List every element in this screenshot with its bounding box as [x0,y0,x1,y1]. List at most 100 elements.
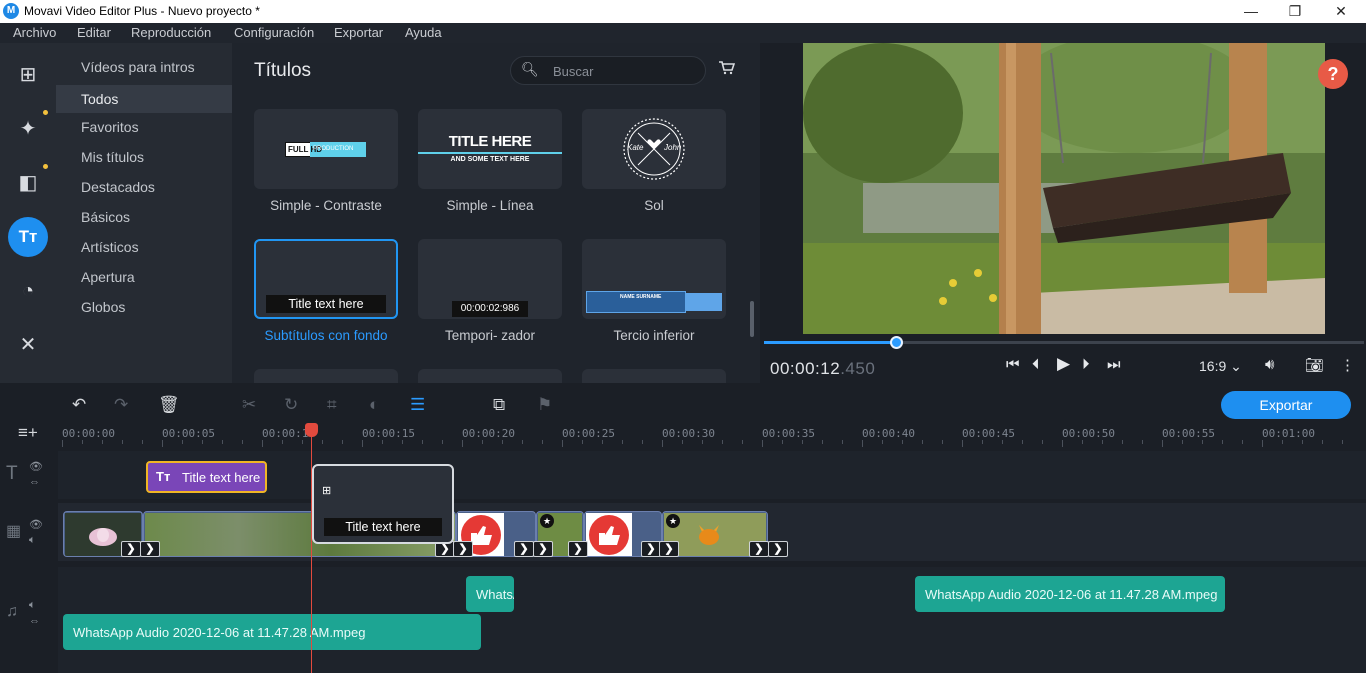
category-artistic[interactable]: Artísticos [56,233,232,261]
category-favorites[interactable]: Favoritos [56,113,232,141]
transition-icon[interactable]: ❯ [533,541,553,557]
mute-icon[interactable]: 🔈︎ [29,534,36,547]
category-my-titles[interactable]: Mis títulos [56,143,232,171]
audio-clip[interactable]: WhatsApp Audio 2020-12-06 at 11.47.28 AM… [466,576,514,612]
minimize-button[interactable]: — [1228,0,1274,23]
undo-icon[interactable]: ↶ [72,395,86,415]
menu-reproduccion[interactable]: Reproducción [131,25,211,40]
category-balloons[interactable]: Globos [56,293,232,321]
audio-clip-label: WhatsApp Audio 2020-12-06 at 11.47.28 AM… [73,625,366,640]
seek-handle[interactable] [890,336,903,349]
cut-icon[interactable]: ✂ [242,395,256,415]
transition-icon[interactable]: ❯ [659,541,679,557]
volume-icon[interactable]: 🔈︎ [29,599,36,612]
category-all[interactable]: Todos [56,85,232,113]
title-tile[interactable] [254,369,398,383]
title-tile-simple-contrast[interactable]: FULL HD PRODUCTION [254,109,398,189]
tile-label: Sol [644,198,664,213]
category-intro-videos[interactable]: Vídeos para intros [56,53,232,81]
title-clip[interactable]: Tт Title text here [146,461,267,493]
volume-icon[interactable]: 🔊︎ [1265,356,1274,373]
title-tile[interactable] [582,369,726,383]
title-tile-sol[interactable]: Kate John [582,109,726,189]
redo-icon[interactable]: ↷ [114,395,128,415]
tile-label: Tempori- zador [444,328,536,343]
next-frame-icon[interactable]: ⏵ [1082,356,1090,373]
overlay-icon[interactable]: ⧉ [493,395,505,415]
title-tile-simple-line[interactable]: TITLE HERE AND SOME TEXT HERE [418,109,562,189]
close-button[interactable]: ✕ [1318,0,1364,23]
transition-icon[interactable]: ❯ [768,541,788,557]
category-basic[interactable]: Básicos [56,203,232,231]
menu-editar[interactable]: Editar [77,25,111,40]
aspect-ratio-select[interactable]: 16:9 ⌄ [1199,358,1242,375]
ruler-tick-label: 00:00:55 [1162,427,1215,440]
play-icon[interactable]: ▶ [1057,354,1070,374]
ruler-tick-mark [882,440,883,444]
gallery-scrollbar[interactable] [750,301,754,337]
tools-icon[interactable]: ✕ [8,325,48,365]
ruler-tick-mark [602,440,603,444]
skip-start-icon[interactable]: ⏮ [1006,356,1020,373]
search-box[interactable]: 🔍︎ [510,56,706,85]
transitions-icon[interactable]: ◧ [8,163,48,203]
skip-end-icon[interactable]: ⏭ [1107,356,1121,373]
add-track-icon[interactable]: ≡+ [18,423,38,443]
transition-icon[interactable]: ❯ [749,541,769,557]
transition-icon[interactable]: ❯ [453,541,473,557]
timeline-ruler[interactable]: 00:00:00 00:00:05 00:00:10 00:00:15 00:00:20… [58,423,1366,447]
more-options-icon[interactable]: ⋮ [1340,356,1355,374]
playhead-handle[interactable] [305,423,318,437]
rotate-icon[interactable]: ↻ [284,395,298,415]
prev-frame-icon[interactable]: ⏴ [1032,356,1040,373]
visibility-eye-icon[interactable]: 👁︎ [29,460,43,473]
clip-properties-icon[interactable]: ☰ [410,395,425,415]
title-tile-timer[interactable]: 00:00:02:986 [418,239,562,319]
color-adjust-icon[interactable]: ◐ [369,395,379,415]
import-icon[interactable]: ⊞ [8,55,48,95]
visibility-eye-icon[interactable]: 👁︎ [29,518,43,531]
video-preview[interactable] [803,43,1325,334]
transition-icon[interactable]: ❯ [641,541,661,557]
menu-exportar[interactable]: Exportar [334,25,383,40]
seek-bar[interactable] [764,336,1364,349]
tile-preview-text: Title text here [288,297,364,311]
link-icon[interactable]: ⇔ [29,615,40,627]
category-featured[interactable]: Destacados [56,173,232,201]
search-input[interactable] [553,62,693,80]
maximize-button[interactable]: ❐ [1272,0,1318,23]
timecode-main: 00:00:12 [770,359,841,378]
menu-ayuda[interactable]: Ayuda [405,25,442,40]
drag-ghost-text: Title text here [345,520,421,534]
export-button[interactable]: Exportar [1221,391,1351,419]
title-tile-lower-third[interactable]: NAME SURNAME [582,239,726,319]
ruler-tick-mark [142,440,143,444]
audio-clip[interactable]: WhatsApp Audio 2020-12-06 at 11.47.28 AM… [63,614,481,650]
ruler-tick-mark [342,440,343,444]
snapshot-icon[interactable]: 📷︎ [1305,356,1324,374]
timecode-ms: .450 [840,359,876,378]
stickers-icon[interactable]: ◔ [8,271,48,311]
help-button[interactable]: ? [1318,59,1348,89]
category-opening[interactable]: Apertura [56,263,232,291]
magic-wand-icon[interactable]: ✦ [8,109,48,149]
dragged-title-preview[interactable]: Title text here ⊞ [312,464,454,544]
title-tile-subtitles-background[interactable]: Title text here [254,239,398,319]
clip-thumbnail [586,513,632,556]
crop-icon[interactable]: ⌗ [327,395,337,415]
delete-icon[interactable]: 🗑︎ [158,395,180,415]
link-icon[interactable]: ⇔ [29,476,40,488]
transition-icon[interactable]: ❯ [514,541,534,557]
transition-icon[interactable]: ❯ [568,541,588,557]
marker-flag-icon[interactable]: ⚑ [537,395,552,415]
cart-icon[interactable] [718,60,736,80]
ruler-tick-mark [422,440,423,444]
menu-archivo[interactable]: Archivo [13,25,56,40]
ruler-tick-mark [1162,440,1163,447]
title-tile[interactable] [418,369,562,383]
menu-configuracion[interactable]: Configuración [234,25,314,40]
transition-icon[interactable]: ❯ [140,541,160,557]
transition-icon[interactable]: ❯ [121,541,141,557]
titles-icon[interactable]: Tт [8,217,48,257]
audio-clip[interactable]: WhatsApp Audio 2020-12-06 at 11.47.28 AM… [915,576,1225,612]
